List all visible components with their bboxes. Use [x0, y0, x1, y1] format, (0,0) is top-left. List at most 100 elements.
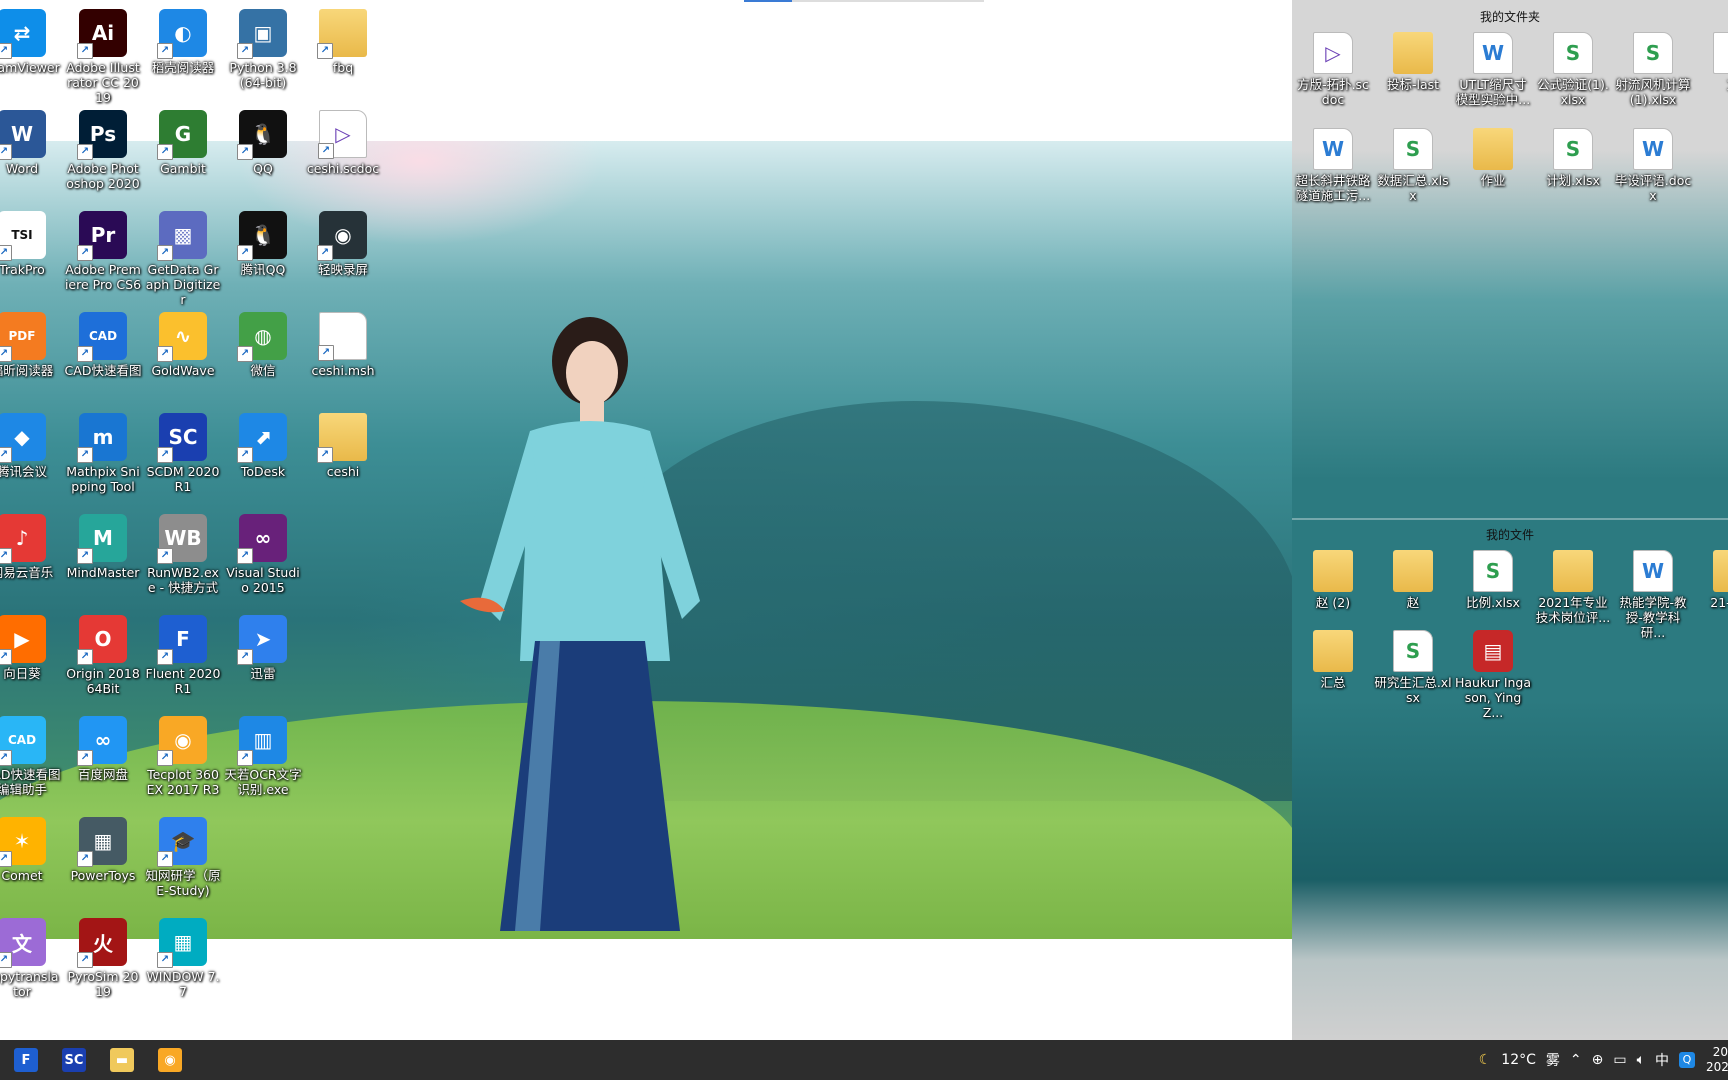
desktop-shortcut[interactable]: 作业: [1453, 116, 1533, 217]
moon-cloud-icon[interactable]: ☾: [1479, 1052, 1492, 1068]
icon-label: Adobe Illustrator CC 2019: [66, 60, 140, 105]
chevron-up-icon[interactable]: ⌃: [1570, 1052, 1582, 1068]
icon-glyph: SC: [168, 425, 198, 449]
desktop-shortcut[interactable]: ↗ ceshi.msh: [303, 303, 383, 404]
desktop-shortcut[interactable]: O ↗ Origin 2018 64Bit: [63, 606, 143, 707]
desktop-shortcut[interactable]: ▶ ↗ 向日葵: [0, 606, 62, 707]
desktop-shortcut[interactable]: ⬈ ↗ ToDesk: [223, 404, 303, 505]
qq-tray-icon[interactable]: Q: [1679, 1052, 1695, 1068]
icon-glyph: W: [1641, 559, 1665, 583]
taskbar-clock[interactable]: 20 2021: [1706, 1045, 1728, 1075]
icon-label: 公式验证(1).xlsx: [1537, 77, 1609, 107]
desktop-shortcut[interactable]: 文↗copytranslator: [0, 909, 62, 1010]
monitor-icon[interactable]: ▭: [1613, 1052, 1626, 1068]
shortcut-arrow-icon: ↗: [0, 649, 12, 665]
desktop-shortcut[interactable]: S 研究生汇总.xlsx: [1373, 618, 1453, 719]
desktop-shortcut[interactable]: ♪↗网易云音乐: [0, 505, 62, 606]
desktop-shortcut[interactable]: ▥ ↗ 天若OCR文字识别.exe: [223, 707, 303, 808]
desktop-shortcut[interactable]: ◆ ↗ 腾讯会议: [0, 404, 62, 505]
desktop-shortcut[interactable]: 🎓 ↗ 知网研学（原E-Study): [143, 808, 223, 909]
premiere-icon: Pr ↗: [77, 211, 127, 261]
excel-file-icon: S: [1553, 128, 1593, 170]
folder-icon: [1313, 550, 1353, 592]
icon-glyph: ◉: [334, 223, 352, 247]
desktop-shortcut[interactable]: m ↗ Mathpix Snipping Tool: [63, 404, 143, 505]
desktop-shortcut[interactable]: S 公式验证(1).xlsx: [1533, 20, 1613, 121]
file-explorer-taskbar-icon: ▬: [110, 1048, 134, 1072]
desktop-shortcut[interactable]: 投标-last: [1373, 20, 1453, 121]
visual-studio-icon: ∞ ↗: [237, 514, 287, 564]
desktop-shortcut[interactable]: S 射流风机计算(1).xlsx: [1613, 20, 1693, 121]
icon-label: ceshi: [326, 464, 360, 479]
desktop-shortcut[interactable]: ◉ ↗ Tecplot 360 EX 2017 R3: [143, 707, 223, 808]
desktop-shortcut[interactable]: CAD ↗ CAD快速看图: [63, 303, 143, 404]
desktop-shortcut[interactable]: W 超长斜井铁路隧道施工污...: [1293, 116, 1373, 217]
desktop-shortcut[interactable]: ▩ ↗ GetData Graph Digitizer: [143, 202, 223, 307]
desktop-shortcut[interactable]: ∞ ↗ 百度网盘: [63, 707, 143, 808]
network-icon[interactable]: ⊕: [1592, 1052, 1604, 1068]
shortcut-arrow-icon: ↗: [237, 245, 253, 261]
origin-icon: O ↗: [77, 615, 127, 665]
desktop-shortcut[interactable]: S 数据汇总.xlsx: [1373, 116, 1453, 217]
desktop-shortcut[interactable]: ◐ ↗ 稻壳阅读器: [143, 0, 223, 101]
desktop-shortcut[interactable]: 汇总: [1293, 618, 1373, 719]
desktop-shortcut[interactable]: ▦ ↗ WINDOW 7.7: [143, 909, 223, 1010]
desktop-shortcut[interactable]: ▤ Haukur Ingason, Ying Z...: [1453, 618, 1533, 720]
desktop-shortcut[interactable]: ▦ ↗ PowerToys: [63, 808, 143, 909]
desktop-shortcut[interactable]: Ai ↗ Adobe Illustrator CC 2019: [63, 0, 143, 105]
desktop-shortcut[interactable]: ▷ ↗ ceshi.scdoc: [303, 101, 383, 202]
desktop-shortcut[interactable]: S 计划.xlsx: [1533, 116, 1613, 217]
weather-description[interactable]: 雾: [1546, 1050, 1560, 1070]
icon-glyph: ◍: [254, 324, 272, 348]
taskbar-app-button[interactable]: F: [6, 1044, 46, 1076]
desktop-shortcut[interactable]: F ↗ Fluent 2020 R1: [143, 606, 223, 707]
mathpix-icon: m ↗: [77, 413, 127, 463]
wechat-icon: ◍ ↗: [237, 312, 287, 362]
desktop-shortcut[interactable]: SC ↗ SCDM 2020 R1: [143, 404, 223, 505]
desktop-shortcut[interactable]: 21-教学: [1693, 538, 1728, 639]
desktop-shortcut[interactable]: ◍ ↗ 微信: [223, 303, 303, 404]
speaker-icon[interactable]: 🔈︎: [1637, 1052, 1645, 1068]
icon-glyph: ▷: [335, 122, 351, 146]
desktop-shortcut[interactable]: 火 ↗ PyroSim 2019: [63, 909, 143, 1010]
desktop-shortcut[interactable]: ↗ ceshi: [303, 404, 383, 505]
desktop-shortcut[interactable]: Pr ↗ Adobe Premiere Pro CS6: [63, 202, 143, 303]
icon-label: PowerToys: [70, 868, 136, 883]
desktop-shortcut[interactable]: W 毕设评语.docx: [1613, 116, 1693, 217]
desktop-shortcut[interactable]: W ↗ Word: [0, 101, 62, 202]
weather-temperature[interactable]: 12°C: [1501, 1052, 1536, 1068]
desktop-shortcut[interactable]: M ↗ MindMaster: [63, 505, 143, 606]
taskbar-app-button[interactable]: SC: [54, 1044, 94, 1076]
desktop-shortcut[interactable]: PDF ↗福昕阅读器: [0, 303, 62, 404]
shortcut-arrow-icon: ↗: [157, 346, 173, 362]
desktop-shortcut[interactable]: ⇄↗TeamViewer: [0, 0, 62, 101]
desktop-shortcut[interactable]: ➤ ↗ 迅雷: [223, 606, 303, 707]
desktop-shortcut[interactable]: 文: [1693, 20, 1728, 121]
docer-reader-icon: ◐ ↗: [157, 9, 207, 59]
shortcut-arrow-icon: ↗: [77, 548, 93, 564]
desktop-shortcut[interactable]: W UTLT缩尺寸模型实验中...: [1453, 20, 1533, 121]
copytranslator-icon: 文 ↗: [0, 918, 46, 968]
desktop-shortcut[interactable]: ↗ fbq: [303, 0, 383, 101]
desktop-shortcut[interactable]: ∿ ↗ GoldWave: [143, 303, 223, 404]
desktop-shortcut[interactable]: G ↗ Gambit: [143, 101, 223, 202]
desktop-shortcut[interactable]: 🐧 ↗ QQ: [223, 101, 303, 202]
desktop-shortcut[interactable]: 🐧 ↗ 腾讯QQ: [223, 202, 303, 303]
taskbar-app-button[interactable]: ▬: [102, 1044, 142, 1076]
desktop-shortcut[interactable]: ✶ ↗ Comet: [0, 808, 62, 909]
desktop-shortcut[interactable]: ▷ 方版-拓扑.scdoc: [1293, 20, 1373, 121]
icon-label: Mathpix Snipping Tool: [66, 464, 140, 494]
taskbar-app-button[interactable]: ◉: [150, 1044, 190, 1076]
desktop-shortcut[interactable]: Ps ↗ Adobe Photoshop 2020: [63, 101, 143, 202]
desktop-shortcut[interactable]: ∞ ↗ Visual Studio 2015: [223, 505, 303, 606]
desktop-shortcut[interactable]: WB ↗ RunWB2.exe - 快捷方式: [143, 505, 223, 606]
icon-label: CAD快速看图编辑助手: [0, 767, 61, 797]
desktop-shortcut[interactable]: CAD ↗CAD快速看图编辑助手: [0, 707, 62, 808]
ime-indicator[interactable]: 中: [1655, 1050, 1669, 1070]
desktop-shortcut[interactable]: 2021年专业技术岗位评...: [1533, 538, 1613, 639]
desktop-shortcut[interactable]: ◉ ↗ 轻映录屏: [303, 202, 383, 303]
desktop-shortcut[interactable]: ▣ ↗ Python 3.8 (64-bit): [223, 0, 303, 101]
shortcut-arrow-icon: ↗: [0, 43, 12, 59]
desktop-shortcut[interactable]: TSI ↗ TrakPro: [0, 202, 62, 303]
desktop-shortcut[interactable]: W 热能学院-教授-教学科研...: [1613, 538, 1693, 640]
